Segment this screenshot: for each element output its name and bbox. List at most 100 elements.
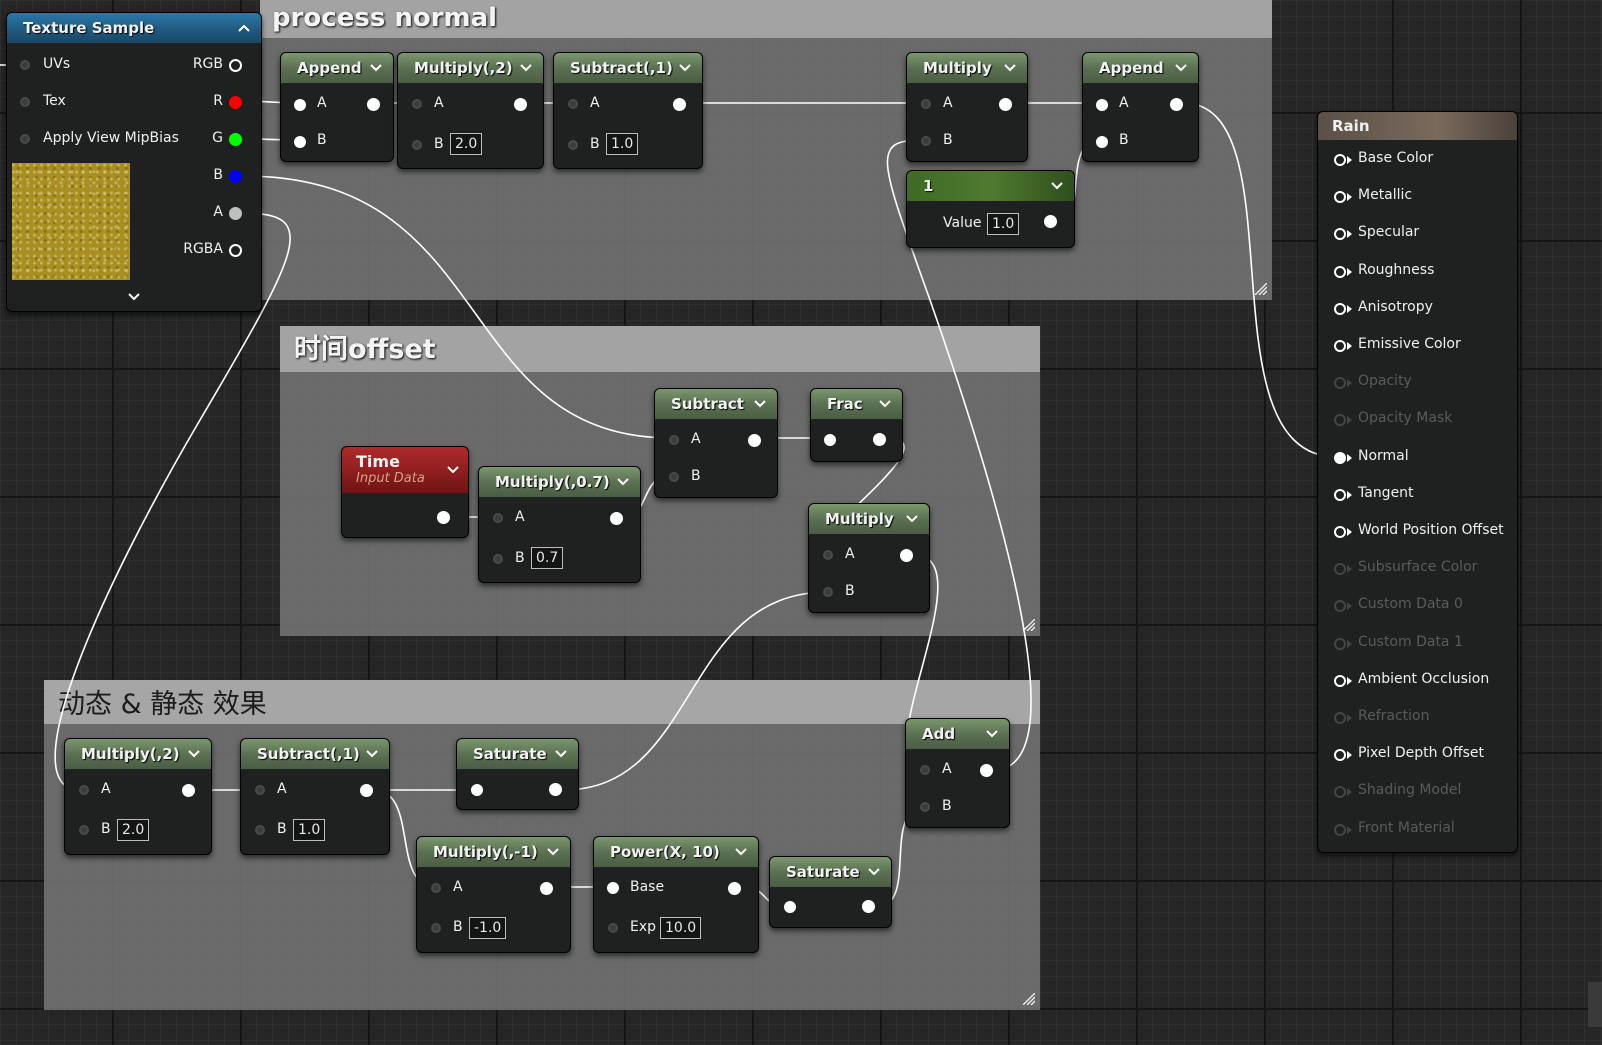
b-value-field[interactable]: 1.0 <box>293 819 326 841</box>
node-header[interactable]: Multiply <box>907 53 1027 83</box>
output-pin[interactable] <box>360 784 373 797</box>
subtract-1-node[interactable]: Subtract(,1) A B 1.0 <box>553 52 703 169</box>
material-input-pin[interactable] <box>1334 674 1346 687</box>
uvs-input-pin[interactable] <box>20 60 30 70</box>
node-header[interactable]: Subtract(,1) <box>241 739 389 769</box>
scrollbar-thumb[interactable] <box>1588 982 1602 1027</box>
chevron-down-icon[interactable] <box>127 291 141 303</box>
chevron-down-icon[interactable] <box>519 53 533 83</box>
material-input-pin[interactable] <box>1334 786 1346 799</box>
output-pin[interactable] <box>900 549 913 562</box>
append-node[interactable]: Append A B <box>280 52 394 162</box>
material-input-pin[interactable] <box>1334 488 1346 501</box>
value-field[interactable]: 1.0 <box>987 213 1020 235</box>
exp-value-field[interactable]: 10.0 <box>660 917 702 939</box>
input-pin-a[interactable] <box>431 883 441 893</box>
node-header[interactable]: Subtract <box>655 389 777 419</box>
chevron-down-icon[interactable] <box>369 53 383 83</box>
multiply-2-node[interactable]: Multiply(,2) A B 2.0 <box>64 738 212 855</box>
time-node[interactable]: Time Input Data <box>341 446 469 538</box>
output-pin[interactable] <box>862 900 875 913</box>
b-value-field[interactable]: 2.0 <box>450 133 483 155</box>
input-pin-a[interactable] <box>79 785 89 795</box>
node-header[interactable]: Multiply(,0.7) <box>479 467 640 497</box>
node-header[interactable]: Rain <box>1318 112 1517 140</box>
input-pin[interactable] <box>824 434 836 446</box>
input-pin-b[interactable] <box>79 825 89 835</box>
b-value-field[interactable]: 1.0 <box>606 133 639 155</box>
material-input-pin[interactable] <box>1334 191 1346 204</box>
node-header[interactable]: Time Input Data <box>342 447 468 493</box>
chevron-down-icon[interactable] <box>678 53 692 83</box>
chevron-down-icon[interactable] <box>1003 53 1017 83</box>
output-pin[interactable] <box>610 512 623 525</box>
node-header[interactable]: Saturate <box>457 739 578 769</box>
input-pin-b[interactable] <box>294 136 306 148</box>
texture-sample-node[interactable]: Texture Sample UVs Tex Apply View MipBia… <box>6 12 262 312</box>
output-pin[interactable] <box>748 434 761 447</box>
material-input-pin[interactable] <box>1334 712 1346 724</box>
multiply-2-node[interactable]: Multiply(,2) A B 2.0 <box>397 52 544 169</box>
output-pin[interactable] <box>540 882 553 895</box>
rgb-output-pin[interactable] <box>229 59 242 72</box>
input-pin-a[interactable] <box>1096 99 1108 111</box>
input-pin-a[interactable] <box>669 435 679 445</box>
material-input-pin[interactable] <box>1334 637 1346 650</box>
material-input-pin[interactable] <box>1334 377 1346 390</box>
subtract-node[interactable]: Subtract A B <box>654 388 778 498</box>
resize-grip-icon[interactable] <box>1255 283 1267 295</box>
chevron-down-icon[interactable] <box>616 467 630 497</box>
input-pin-b[interactable] <box>1096 136 1108 148</box>
output-pin[interactable] <box>514 98 527 111</box>
node-header[interactable]: Append <box>1083 53 1198 83</box>
output-pin[interactable] <box>980 764 993 777</box>
input-pin-a[interactable] <box>823 550 833 560</box>
chevron-down-icon[interactable] <box>905 504 919 534</box>
resize-grip-icon[interactable] <box>1023 619 1035 631</box>
material-input-pin[interactable] <box>1334 749 1346 762</box>
power-node[interactable]: Power(X, 10) Base Exp 10.0 <box>593 836 759 953</box>
a-output-pin[interactable] <box>229 207 242 220</box>
output-pin[interactable] <box>999 98 1012 111</box>
input-pin-a[interactable] <box>493 513 503 523</box>
input-pin-a[interactable] <box>920 765 930 775</box>
material-input-pin[interactable] <box>1334 302 1346 315</box>
output-pin[interactable] <box>1170 98 1183 111</box>
chevron-down-icon[interactable] <box>867 857 881 887</box>
frac-node[interactable]: Frac <box>810 388 903 462</box>
saturate-node[interactable]: Saturate <box>456 738 579 810</box>
append-node[interactable]: Append A B <box>1082 52 1199 162</box>
node-header[interactable]: Saturate <box>770 857 891 887</box>
input-pin-b[interactable] <box>823 587 833 597</box>
node-header[interactable]: Append <box>281 53 393 83</box>
resize-grip-icon[interactable] <box>1023 993 1035 1005</box>
material-input-pin[interactable] <box>1334 265 1346 278</box>
chevron-down-icon[interactable] <box>753 389 767 419</box>
input-pin-b[interactable] <box>669 472 679 482</box>
material-input-pin[interactable] <box>1334 526 1346 538</box>
output-pin[interactable] <box>728 882 741 895</box>
tex-input-pin[interactable] <box>20 97 30 107</box>
saturate-node[interactable]: Saturate <box>769 856 892 928</box>
node-header[interactable]: 1 <box>907 171 1074 201</box>
rgba-output-pin[interactable] <box>229 244 242 257</box>
input-pin-b[interactable] <box>920 802 930 812</box>
chevron-down-icon[interactable] <box>554 739 568 769</box>
input-pin-b[interactable] <box>493 554 503 564</box>
material-input-pin[interactable] <box>1334 414 1346 427</box>
node-header[interactable]: Multiply(,2) <box>398 53 543 83</box>
b-output-pin[interactable] <box>229 170 242 183</box>
g-output-pin[interactable] <box>229 133 242 146</box>
input-pin-b[interactable] <box>431 923 441 933</box>
b-value-field[interactable]: -1.0 <box>469 917 507 939</box>
constant-node[interactable]: 1 Value 1.0 <box>906 170 1075 248</box>
material-input-pin[interactable] <box>1334 823 1346 836</box>
input-pin-a[interactable] <box>294 99 306 111</box>
comment-title[interactable]: process normal <box>260 0 1272 38</box>
output-pin[interactable] <box>367 98 380 111</box>
r-output-pin[interactable] <box>229 96 242 109</box>
input-pin-a[interactable] <box>412 99 422 109</box>
comment-title[interactable]: 时间offset <box>280 326 1040 372</box>
input-pin-a[interactable] <box>568 99 578 109</box>
mipbias-input-pin[interactable] <box>20 134 30 144</box>
